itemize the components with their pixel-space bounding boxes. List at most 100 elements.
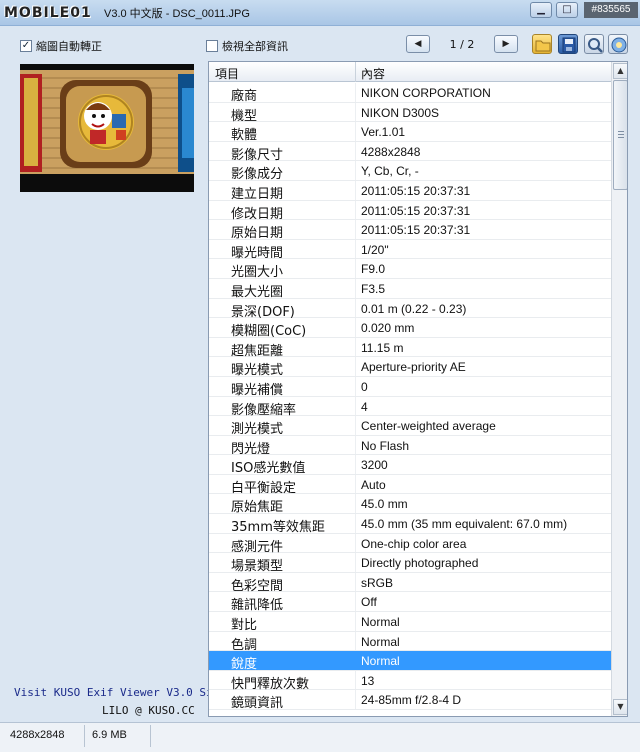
exif-field-name: 場景類型	[231, 559, 284, 575]
scroll-down-arrow-icon[interactable]: ▼	[613, 699, 627, 715]
exif-table[interactable]: 項目 內容 廠商 NIKON CORPORATION 機型 NIKON D300S 軟體…	[208, 61, 628, 717]
exif-field-name: 光圈大小	[231, 265, 284, 281]
info-icon[interactable]	[608, 34, 628, 54]
table-row[interactable]: 鏡頭資訊 24-85mm f/2.8-4 D	[209, 690, 611, 711]
table-row[interactable]: 色調 Normal	[209, 631, 611, 653]
table-row[interactable]: 快門釋放次數 13	[209, 670, 611, 692]
exif-field-value: F9.0	[361, 262, 386, 277]
table-row[interactable]: 原始日期 2011:05:15 20:37:31	[209, 220, 611, 241]
column-header-content[interactable]: 內容	[361, 65, 385, 82]
cell-divider	[355, 337, 356, 357]
table-row[interactable]: 模糊圈(CoC) 0.020 mm	[209, 318, 611, 339]
table-row[interactable]: 感測元件 One-chip color area	[209, 533, 611, 555]
cell-divider	[355, 455, 356, 474]
cell-divider	[355, 474, 356, 494]
show-all-checkbox[interactable]	[206, 40, 218, 52]
table-row[interactable]: 測光模式 Center-weighted average	[209, 416, 611, 437]
exif-field-name: 快門釋放次數	[231, 676, 310, 692]
show-all-option[interactable]: 檢視全部資訊	[206, 38, 288, 54]
exif-field-value: Ver.1.01	[361, 125, 406, 140]
table-row[interactable]: 色彩空間 sRGB	[209, 572, 611, 594]
table-row[interactable]: 35mm等效焦距 45.0 mm (35 mm equivalent: 67.0 …	[209, 514, 611, 535]
exif-field-name: 銳度	[231, 657, 258, 673]
cell-divider	[355, 357, 356, 376]
exif-field-value: 11.15 m	[361, 340, 404, 355]
cell-divider	[355, 533, 356, 553]
exif-field-name: 閃光燈	[231, 441, 271, 457]
cell-divider	[355, 180, 356, 200]
exif-field-name: 對比	[231, 618, 258, 634]
minimize-button[interactable]: ▁	[530, 2, 552, 18]
next-page-button[interactable]: ▶	[494, 35, 518, 53]
table-row[interactable]: 軟體 Ver.1.01	[209, 122, 611, 143]
status-file-size: 6.9 MB	[92, 729, 127, 741]
table-row[interactable]: 廠商 NIKON CORPORATION	[209, 83, 611, 104]
cell-divider	[355, 631, 356, 651]
table-row[interactable]: 超焦距離 11.15 m	[209, 337, 611, 359]
status-divider	[84, 725, 85, 747]
open-folder-icon[interactable]	[532, 34, 552, 54]
cell-divider	[355, 690, 356, 709]
table-row[interactable]: 修改日期 2011:05:15 20:37:31	[209, 200, 611, 222]
zoom-icon[interactable]	[584, 34, 604, 54]
show-all-label: 檢視全部資訊	[222, 40, 288, 53]
auto-rotate-option[interactable]: ✓ 縮圖自動轉正	[20, 38, 102, 54]
table-row[interactable]: 曝光模式 Aperture-priority AE	[209, 357, 611, 378]
status-dimensions: 4288x2848	[10, 729, 65, 741]
table-row[interactable]: 對比 Normal	[209, 612, 611, 634]
auto-rotate-checkbox[interactable]: ✓	[20, 40, 32, 52]
prev-page-button[interactable]: ◀	[406, 35, 430, 53]
table-row[interactable]: 銳度 Normal	[209, 651, 611, 673]
cell-divider	[355, 161, 356, 180]
kuso-site-link[interactable]: Visit KUSO Exif Viewer V3.0 Site	[14, 686, 226, 699]
table-row[interactable]: 建立日期 2011:05:15 20:37:31	[209, 180, 611, 202]
table-row[interactable]: 機型 NIKON D300S	[209, 102, 611, 124]
table-row[interactable]: 原始焦距 45.0 mm	[209, 494, 611, 515]
exif-field-value: Normal	[361, 634, 400, 649]
exif-field-name: 景深(DOF)	[231, 304, 295, 320]
cell-divider	[355, 102, 356, 122]
save-icon[interactable]	[558, 34, 578, 54]
scroll-up-arrow-icon[interactable]: ▲	[613, 63, 627, 79]
cell-divider	[355, 239, 356, 259]
table-row[interactable]: 白平衡設定 Auto	[209, 474, 611, 496]
exif-field-value: Auto	[361, 477, 386, 492]
exif-field-value: No Flash	[361, 438, 410, 453]
vertical-scrollbar[interactable]: ▲ ▼	[611, 62, 627, 716]
title-bar: MOBILE01 V3.0 中文版 - DSC_0011.JPG ▁ □ #83…	[0, 0, 640, 26]
column-header-item[interactable]: 項目	[215, 65, 239, 82]
cell-divider	[355, 376, 356, 396]
table-row[interactable]: 影像壓縮率 4	[209, 396, 611, 418]
column-divider[interactable]	[355, 62, 356, 82]
exif-field-value: NIKON CORPORATION	[361, 86, 491, 100]
cell-divider	[355, 553, 356, 572]
exif-field-name: 白平衡設定	[231, 480, 297, 496]
exif-field-value: 45.0 mm	[361, 497, 408, 512]
cell-divider	[355, 122, 356, 141]
exif-field-value: Center-weighted average	[361, 419, 496, 434]
photo-thumbnail	[20, 64, 194, 192]
next-arrow-icon: ▶	[502, 39, 510, 49]
table-row[interactable]: 場景類型 Directly photographed	[209, 553, 611, 575]
table-row[interactable]: 曝光時間 1/20"	[209, 239, 611, 261]
table-row[interactable]: 最大光圈 F3.5	[209, 278, 611, 300]
table-row[interactable]: 雜訊降低 Off	[209, 592, 611, 613]
table-row[interactable]: 曝光補償 0	[209, 376, 611, 398]
table-row[interactable]: 影像尺寸 4288x2848	[209, 141, 611, 163]
cell-divider	[355, 651, 356, 670]
exif-field-value: Directly photographed	[361, 556, 479, 571]
maximize-button[interactable]: □	[556, 2, 578, 18]
exif-field-value: Y, Cb, Cr, -	[361, 164, 419, 179]
scrollbar-thumb[interactable]	[613, 80, 627, 190]
table-row[interactable]: ISO感光數值 3200	[209, 455, 611, 476]
table-row[interactable]: 景深(DOF) 0.01 m (0.22 - 0.23)	[209, 298, 611, 320]
exif-field-value: 2011:05:15 20:37:31	[361, 183, 471, 198]
table-row[interactable]: 光圈大小 F9.0	[209, 259, 611, 281]
table-row[interactable]: 閃光燈 No Flash	[209, 435, 611, 457]
cell-divider	[355, 259, 356, 278]
cell-divider	[355, 612, 356, 631]
app-logo: MOBILE01	[4, 3, 92, 23]
exif-field-name: 建立日期	[231, 186, 284, 202]
table-row[interactable]: 影像成分 Y, Cb, Cr, -	[209, 161, 611, 182]
exif-field-value: NIKON D300S	[361, 105, 440, 120]
